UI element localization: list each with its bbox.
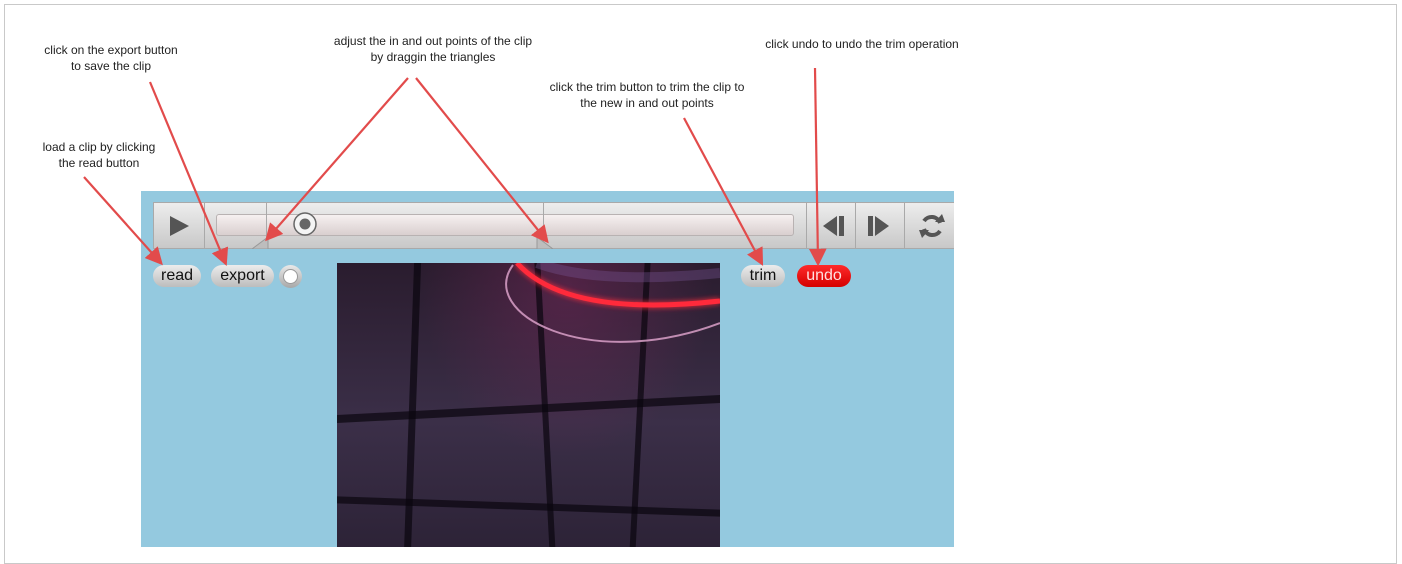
annotation-adjust: adjust the in and out points of the clip… bbox=[333, 34, 533, 64]
in-point-triangle-icon[interactable] bbox=[252, 237, 272, 249]
step-back-button[interactable] bbox=[813, 203, 853, 248]
play-icon bbox=[170, 215, 189, 236]
playhead-icon[interactable] bbox=[292, 211, 318, 237]
scrub-bar[interactable] bbox=[216, 203, 794, 249]
player-panel: read export trim undo bbox=[141, 191, 954, 547]
annotation-trim: click the trim button to trim the clip t… bbox=[549, 80, 745, 110]
transport-separator bbox=[855, 203, 856, 248]
transport-separator bbox=[904, 203, 905, 248]
transport-bar bbox=[153, 202, 954, 249]
led-ring-image bbox=[505, 263, 720, 343]
undo-button[interactable]: undo bbox=[797, 265, 851, 287]
annotation-undo: click undo to undo the trim operation bbox=[765, 37, 959, 51]
step-forward-button[interactable] bbox=[859, 203, 899, 248]
annotation-read: load a clip by clicking the read button bbox=[42, 140, 156, 170]
play-button[interactable] bbox=[154, 203, 205, 248]
export-button[interactable]: export bbox=[211, 265, 274, 287]
export-toggle[interactable] bbox=[279, 265, 302, 288]
trim-button[interactable]: trim bbox=[741, 265, 785, 287]
loop-icon bbox=[919, 213, 945, 238]
step-back-icon bbox=[823, 215, 844, 236]
read-button[interactable]: read bbox=[153, 265, 201, 287]
loop-button[interactable] bbox=[910, 203, 954, 248]
video-preview bbox=[337, 263, 720, 547]
transport-separator bbox=[806, 203, 807, 248]
step-forward-icon bbox=[868, 215, 889, 236]
out-point-triangle-icon[interactable] bbox=[533, 237, 553, 249]
annotation-export: click on the export button to save the c… bbox=[44, 43, 178, 73]
